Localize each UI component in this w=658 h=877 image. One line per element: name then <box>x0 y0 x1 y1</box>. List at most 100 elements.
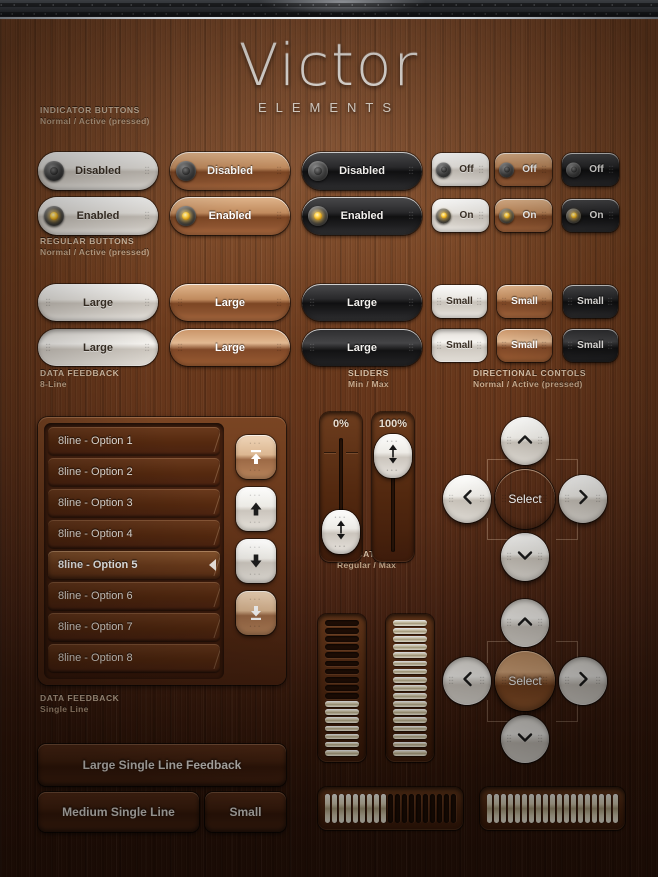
dpad-right-button-pressed[interactable] <box>559 657 607 705</box>
dpad-up-button-pressed[interactable] <box>501 599 549 647</box>
section-title: INDICATOR BUTTONS <box>40 105 140 115</box>
up-down-arrows-icon <box>334 519 348 546</box>
scroll-up-button[interactable] <box>236 487 276 531</box>
indicator-button-disabled-dark[interactable]: Disabled <box>302 152 422 190</box>
meter-segment <box>352 794 358 823</box>
regular-button-large-dark-pressed[interactable]: Large <box>302 329 422 366</box>
regular-button-small-wood-pressed[interactable]: Small <box>497 329 552 362</box>
regular-button-large-silver[interactable]: Large <box>38 284 158 321</box>
horizontal-indicator-regular <box>318 787 463 830</box>
list-item[interactable]: 8line - Option 2 <box>48 458 220 486</box>
meter-segment <box>324 794 330 823</box>
button-label: Enabled <box>76 210 120 222</box>
regular-button-large-wood[interactable]: Large <box>170 284 290 321</box>
section-header-regular-buttons: REGULAR BUTTONS Normal / Active (pressed… <box>40 236 150 257</box>
row-divider <box>200 585 220 607</box>
indicator-button-disabled-silver[interactable]: Disabled <box>38 152 158 190</box>
row-divider <box>200 523 220 545</box>
led-off-icon <box>44 161 64 181</box>
grip-dots <box>507 734 512 744</box>
grip-dots <box>334 516 348 519</box>
button-label: Enabled <box>208 210 252 222</box>
meter-segment <box>325 660 359 667</box>
dpad-left-button-pressed[interactable] <box>443 657 491 705</box>
grip-dots <box>277 343 282 352</box>
slider-min[interactable]: 0% <box>320 412 362 562</box>
led-on-icon <box>176 206 196 226</box>
regular-button-small-dark[interactable]: Small <box>563 285 618 318</box>
led-on-icon <box>499 208 514 223</box>
slider-max[interactable]: 100% <box>372 412 414 562</box>
meter-segment <box>331 794 337 823</box>
rivet-row-bottom <box>0 12 658 16</box>
data-feedback-list[interactable]: 8line - Option 1 8line - Option 2 8line - … <box>44 423 224 679</box>
row-divider <box>200 647 220 669</box>
down-arrow-icon <box>517 730 533 748</box>
regular-button-large-silver-pressed[interactable]: Large <box>38 329 158 366</box>
indicator-button-small-on-wood[interactable]: On <box>495 199 552 232</box>
row-divider <box>200 430 220 452</box>
scroll-to-top-button[interactable] <box>236 435 276 479</box>
grip-dots <box>542 165 547 174</box>
meter-segment <box>345 794 351 823</box>
list-item[interactable]: 8line - Option 8 <box>48 644 220 672</box>
section-subtitle: Normal / Active (pressed) <box>40 116 150 126</box>
button-label: On <box>459 210 474 221</box>
list-item[interactable]: 8line - Option 3 <box>48 489 220 517</box>
row-divider <box>200 461 220 483</box>
indicator-button-disabled-wood[interactable]: Disabled <box>170 152 290 190</box>
scroll-up-icon <box>247 500 265 518</box>
meter-segment <box>577 794 583 823</box>
indicator-button-small-off-dark[interactable]: Off <box>562 153 619 186</box>
list-item-label: 8line - Option 5 <box>58 559 138 571</box>
dpad-down-button[interactable] <box>501 533 549 581</box>
dpad-down-button-pressed[interactable] <box>501 715 549 763</box>
meter-segment <box>393 709 427 715</box>
scroll-down-button[interactable] <box>236 539 276 583</box>
regular-button-small-silver-pressed[interactable]: Small <box>432 329 487 362</box>
list-item[interactable]: 8line - Option 4 <box>48 520 220 548</box>
slider-handle[interactable] <box>374 434 412 478</box>
indicator-button-small-on-silver[interactable]: On <box>432 199 489 232</box>
list-item[interactable]: 8line - Option 1 <box>48 427 220 455</box>
section-subtitle: Min / Max <box>348 379 389 389</box>
button-label: Large <box>83 296 113 309</box>
regular-button-small-wood[interactable]: Small <box>497 285 552 318</box>
indicator-button-enabled-wood[interactable]: Enabled <box>170 197 290 235</box>
dpad-left-button[interactable] <box>443 475 491 523</box>
indicator-button-enabled-dark[interactable]: Enabled <box>302 197 422 235</box>
dpad-select-label: Select <box>508 492 542 506</box>
rivet-row-top <box>0 3 658 7</box>
dpad-select-button-pressed[interactable]: Select <box>495 651 555 711</box>
meter-segment <box>325 701 359 707</box>
button-label: Large <box>347 341 377 354</box>
indicator-button-small-off-silver[interactable]: Off <box>432 153 489 186</box>
regular-button-large-dark[interactable]: Large <box>302 284 422 321</box>
grip-dots <box>480 676 485 686</box>
slider-value-label: 0% <box>333 418 349 430</box>
dpad-select-button[interactable]: Select <box>495 469 555 529</box>
scroll-to-bottom-button[interactable] <box>236 591 276 635</box>
grip-dots <box>543 676 548 686</box>
indicator-button-small-on-dark[interactable]: On <box>562 199 619 232</box>
list-item[interactable]: 8line - Option 7 <box>48 613 220 641</box>
regular-button-small-silver[interactable]: Small <box>432 285 487 318</box>
regular-button-small-dark-pressed[interactable]: Small <box>563 329 618 362</box>
meter-segment <box>325 693 359 699</box>
dpad-up-button[interactable] <box>501 417 549 465</box>
indicator-button-enabled-silver[interactable]: Enabled <box>38 197 158 235</box>
meter-segment <box>325 628 359 634</box>
grip-dots <box>386 440 400 443</box>
dpad-right-button[interactable] <box>559 475 607 523</box>
meter-segment <box>486 794 492 823</box>
button-label: Off <box>589 164 604 175</box>
list-item[interactable]: 8line - Option 5 <box>48 551 220 579</box>
regular-button-large-wood-pressed[interactable]: Large <box>170 329 290 366</box>
meter-segment <box>393 636 427 642</box>
meter-segment <box>528 794 534 823</box>
indicator-button-small-off-wood[interactable]: Off <box>495 153 552 186</box>
slider-handle[interactable] <box>322 510 360 554</box>
selection-marker-icon <box>209 559 216 571</box>
button-label: Large <box>215 341 245 354</box>
list-item[interactable]: 8line - Option 6 <box>48 582 220 610</box>
